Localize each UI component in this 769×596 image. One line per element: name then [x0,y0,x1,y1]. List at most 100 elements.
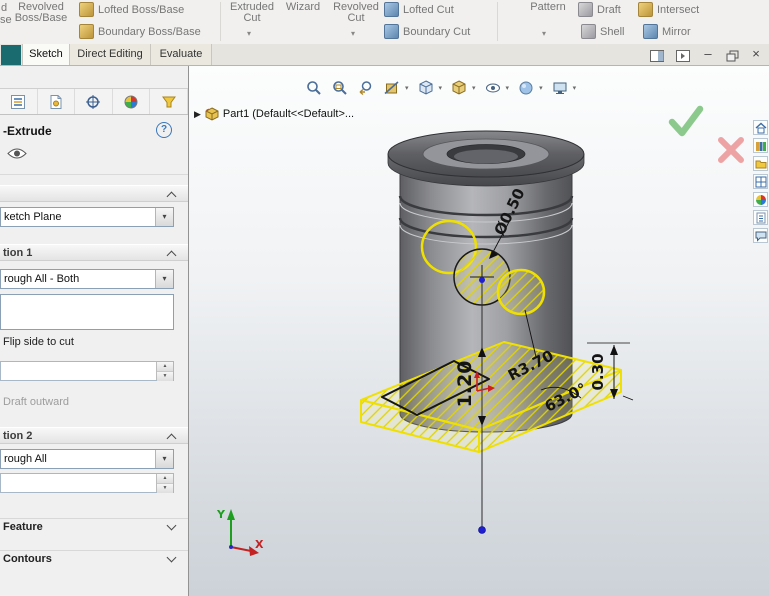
boundary-boss-base-button[interactable]: Boundary Boss/Base [79,24,201,39]
feature-tree-root[interactable]: ▶ Part1 (Default<<Default>... [194,107,354,121]
propertymanager-tab[interactable] [38,89,76,114]
spin-down-icon[interactable]: ▼ [157,484,173,493]
feature-title: -Extrude [3,124,52,138]
hole-wizard-button[interactable]: Wizard [280,2,326,13]
pattern-button[interactable]: Pattern [524,2,572,13]
selection-listbox[interactable] [0,294,174,330]
display-style-flyout-icon[interactable]: ▾ [472,84,476,92]
file-explorer-icon[interactable] [753,156,768,171]
resources-icon[interactable] [753,120,768,135]
tab-sketch[interactable]: Sketch [22,44,70,65]
preview-eye-icon[interactable] [7,147,27,160]
shell-button[interactable]: Shell [581,24,624,39]
features-tab-icon[interactable] [1,45,21,65]
dim-cut-depth[interactable]: 1.20 [454,361,476,408]
section-view-flyout-icon[interactable]: ▾ [405,84,409,92]
part-icon [205,107,219,121]
depth2-spinbox[interactable]: ▲ ▼ [0,473,174,493]
configurationmanager-tab[interactable] [75,89,113,114]
hide-show-flyout-icon[interactable]: ▾ [506,84,510,92]
close-button[interactable]: × [748,46,764,61]
extruded-cut-button[interactable]: Extruded Cut [226,2,278,24]
button-label-line2: Cut [347,12,365,24]
task-pane-toggle-icon[interactable] [650,50,665,63]
from-section-header[interactable] [0,185,188,202]
revolved-cut-button[interactable]: Revolved Cut [330,2,382,24]
zoom-to-area-button[interactable] [331,79,349,97]
view-settings-button[interactable] [551,79,569,97]
tab-direct-editing[interactable]: Direct Editing [69,44,151,65]
extruded-boss-label-fragment-2[interactable]: se [0,14,12,26]
direction2-section-header[interactable]: tion 2 [0,427,188,444]
section-view-button[interactable] [383,79,401,97]
model-canvas[interactable]: Ø0.50 1.20 R3.70 63.0° 0.30 Y X [189,66,769,596]
thin-feature-section-header[interactable]: Feature [0,518,188,535]
draft-angle-spinbox[interactable]: ▲ ▼ [0,361,174,381]
direction1-section-header[interactable]: tion 1 [0,244,188,261]
sketch-point[interactable] [478,526,486,534]
featuremanager-tab[interactable] [0,89,38,114]
help-icon[interactable]: ? [156,122,172,138]
view-settings-flyout-icon[interactable]: ▾ [573,84,577,92]
tree-expand-icon[interactable]: ▶ [194,109,201,120]
extruded-boss-label-fragment[interactable]: d [1,2,7,14]
display-style-button[interactable] [450,79,468,97]
solidworks-window: d se Revolved Boss/Base Lofted Boss/Base… [0,0,769,596]
hide-show-items-button[interactable] [484,79,502,97]
mirror-button[interactable]: Mirror [643,24,691,39]
custom-properties-icon[interactable] [753,210,768,225]
combo-dropdown-icon[interactable]: ▾ [155,270,173,288]
draft-button[interactable]: Draft [578,2,621,17]
sketch-circle-right[interactable] [496,268,546,316]
sketch-point[interactable] [479,277,485,283]
view-palette-icon[interactable] [753,174,768,189]
dim-thickness[interactable]: 0.30 [589,353,607,390]
confirm-ok-icon[interactable] [667,104,705,138]
spinner-buttons[interactable]: ▲ ▼ [156,362,173,381]
extruded-cut-flyout-icon[interactable]: ▾ [247,29,251,38]
revolved-cut-flyout-icon[interactable]: ▾ [351,29,355,38]
combo-dropdown-icon[interactable]: ▾ [155,208,173,226]
mirror-icon [643,24,658,39]
restore-button[interactable] [726,50,741,63]
boundary-cut-icon [384,24,399,39]
flip-side-to-cut-label[interactable]: Flip side to cut [3,336,74,348]
lofted-cut-button[interactable]: Lofted Cut [384,2,454,17]
graphics-area[interactable]: Ø0.50 1.20 R3.70 63.0° 0.30 Y X ▶ Part1 … [189,66,769,596]
spin-up-icon[interactable]: ▲ [157,474,173,484]
previous-view-button[interactable] [357,79,375,97]
button-label: Mirror [662,25,691,38]
edit-appearance-button[interactable] [517,79,535,97]
spin-down-icon[interactable]: ▼ [157,372,173,381]
combo-dropdown-icon[interactable]: ▾ [155,450,173,468]
expand-pane-icon[interactable] [676,50,691,63]
dimxpertmanager-tab[interactable] [113,89,151,114]
tab-evaluate[interactable]: Evaluate [150,44,212,65]
forum-icon[interactable] [753,228,768,243]
lofted-boss-base-button[interactable]: Lofted Boss/Base [79,2,184,17]
intersect-button[interactable]: Intersect [638,2,699,17]
tree-item-label[interactable]: Part1 (Default<<Default>... [223,108,354,120]
design-library-icon[interactable] [753,138,768,153]
button-label: Lofted Boss/Base [98,3,185,16]
selected-contours-section-header[interactable]: Contours [0,550,188,567]
view-orientation-flyout-icon[interactable]: ▾ [439,84,443,92]
spin-up-icon[interactable]: ▲ [157,362,173,372]
confirm-cancel-icon[interactable] [716,135,746,165]
end-condition2-combo[interactable]: rough All ▾ [0,449,174,469]
dim-arrow [610,345,618,355]
end-condition1-combo[interactable]: rough All - Both ▾ [0,269,174,289]
zoom-to-fit-button[interactable] [305,79,323,97]
minimize-button[interactable]: – [700,46,716,61]
revolved-boss-base-button[interactable]: Revolved Boss/Base [12,2,70,24]
y-axis-arrow [227,509,235,520]
appearances-icon[interactable] [753,192,768,207]
view-orientation-button[interactable] [417,79,435,97]
button-label-line2: Cut [243,12,261,24]
start-condition-combo[interactable]: ketch Plane ▾ [0,207,174,227]
spinner-buttons[interactable]: ▲ ▼ [156,474,173,493]
displaymanager-tab[interactable] [150,89,188,114]
boundary-cut-button[interactable]: Boundary Cut [384,24,470,39]
edit-appearance-flyout-icon[interactable]: ▾ [539,84,543,92]
pattern-flyout-icon[interactable]: ▾ [542,29,546,38]
